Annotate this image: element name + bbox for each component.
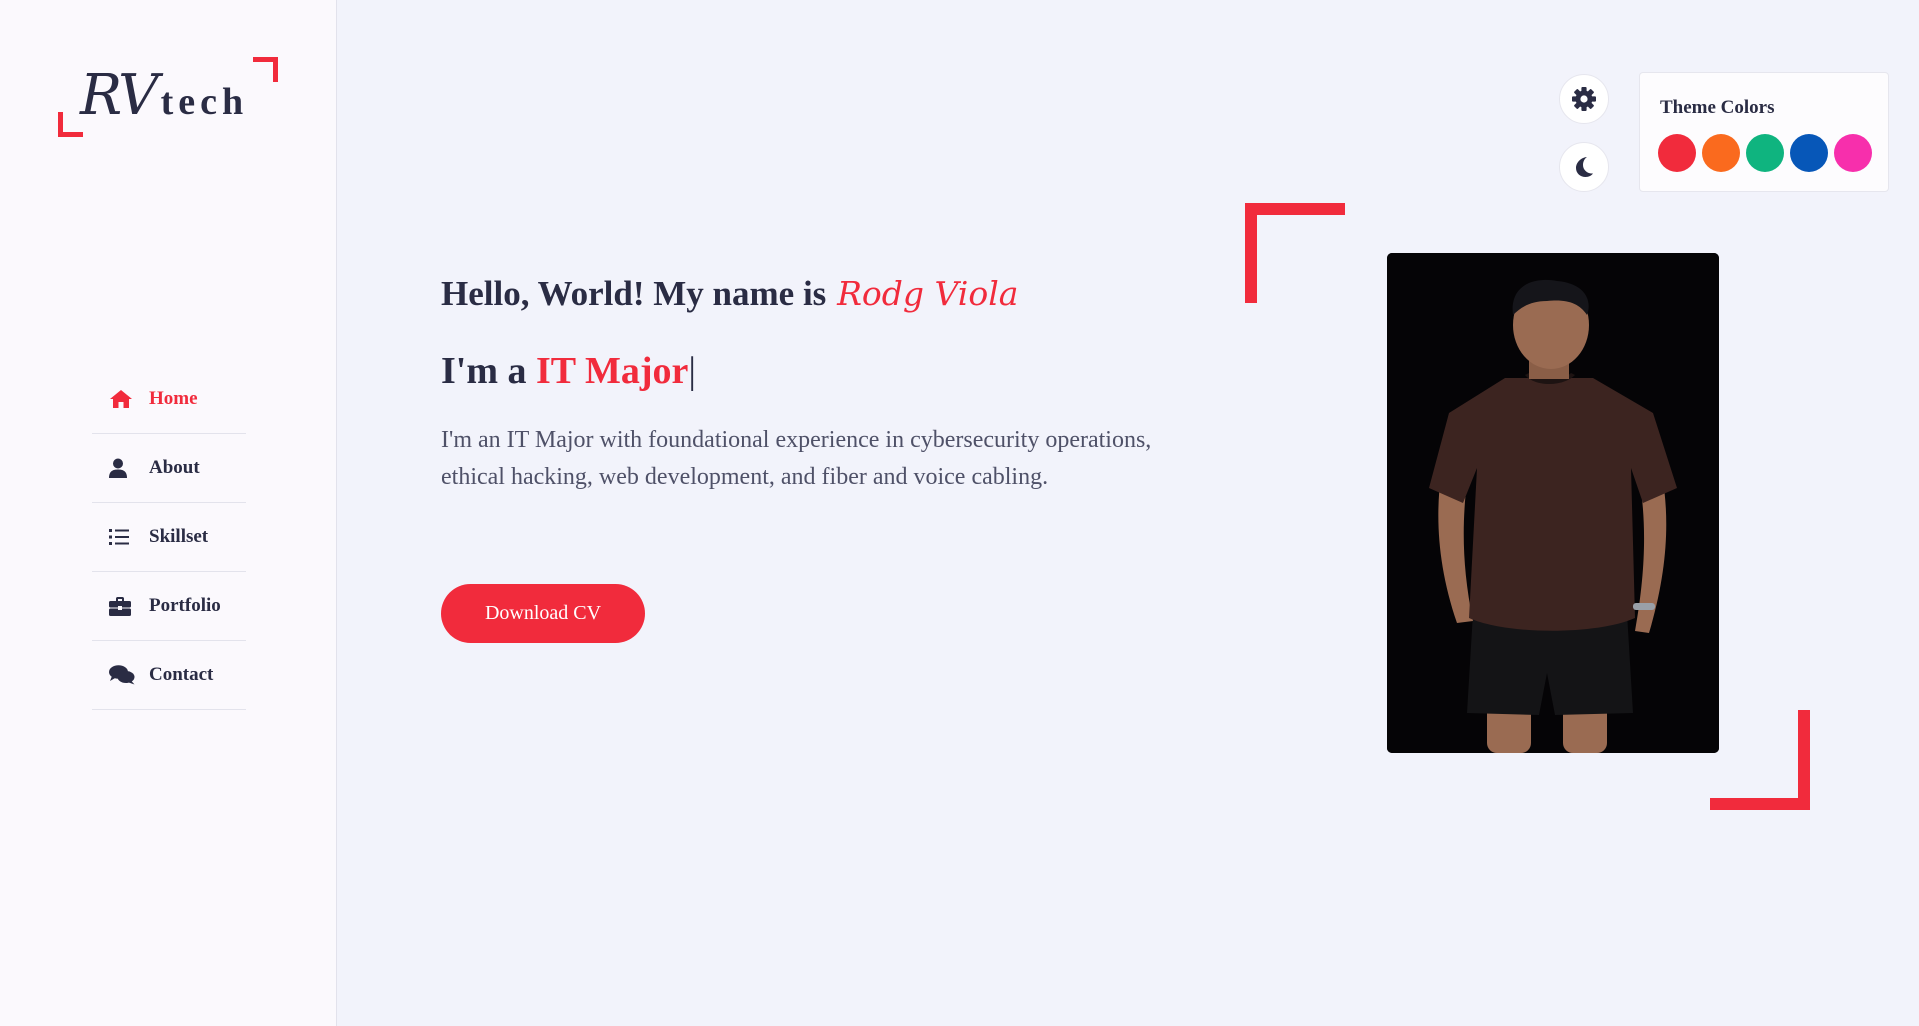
nav-item-portfolio[interactable]: Portfolio bbox=[92, 572, 246, 641]
nav-label-home: Home bbox=[149, 388, 198, 409]
hero-greeting-line: Hello, World! My name is Rodg Viola bbox=[441, 274, 1018, 314]
color-swatch-orange[interactable] bbox=[1702, 134, 1740, 172]
hero-name: Rodg Viola bbox=[837, 274, 1019, 313]
color-swatch-red[interactable] bbox=[1658, 134, 1696, 172]
typing-cursor: | bbox=[688, 350, 696, 392]
gear-icon bbox=[1572, 87, 1596, 111]
nav-item-home[interactable]: Home bbox=[92, 365, 246, 434]
nav-label-skillset: Skillset bbox=[149, 526, 209, 547]
moon-icon bbox=[1576, 157, 1593, 177]
color-swatch-blue[interactable] bbox=[1790, 134, 1828, 172]
sidebar: RV tech Home About Skillset Portfolio Co… bbox=[0, 0, 337, 1026]
color-swatch-green[interactable] bbox=[1746, 134, 1784, 172]
main-nav: Home About Skillset Portfolio Contact bbox=[92, 365, 246, 710]
hero-intro: I'm an IT Major with foundational experi… bbox=[441, 427, 1152, 490]
logo-text-main: RV bbox=[80, 63, 159, 128]
theme-colors-panel: Theme Colors bbox=[1639, 72, 1889, 192]
theme-toggle-button[interactable] bbox=[1559, 142, 1609, 192]
nav-label-portfolio: Portfolio bbox=[149, 595, 221, 616]
logo-text: RV tech bbox=[80, 63, 248, 128]
hero-role: IT Major bbox=[536, 350, 689, 392]
site-logo[interactable]: RV tech bbox=[58, 57, 278, 137]
list-icon bbox=[109, 526, 135, 548]
theme-colors-title: Theme Colors bbox=[1660, 97, 1775, 118]
nav-item-skillset[interactable]: Skillset bbox=[92, 503, 246, 572]
download-cv-button[interactable]: Download CV bbox=[441, 584, 645, 643]
profile-photo bbox=[1387, 253, 1719, 753]
home-icon bbox=[109, 388, 135, 410]
settings-gear-button[interactable] bbox=[1559, 74, 1609, 124]
logo-text-sub: tech bbox=[160, 81, 249, 123]
nav-item-contact[interactable]: Contact bbox=[92, 641, 246, 710]
theme-swatches bbox=[1658, 134, 1872, 172]
user-icon bbox=[109, 457, 135, 479]
nav-label-about: About bbox=[149, 457, 200, 478]
comments-icon bbox=[109, 664, 135, 686]
nav-item-about[interactable]: About bbox=[92, 434, 246, 503]
briefcase-icon bbox=[109, 595, 135, 617]
profile-photo-illustration bbox=[1387, 253, 1719, 753]
color-swatch-pink[interactable] bbox=[1834, 134, 1872, 172]
photo-frame-corner-top-left bbox=[1245, 203, 1345, 303]
hero-role-prefix: I'm a bbox=[441, 350, 527, 392]
hero-greeting: Hello, World! My name is bbox=[441, 274, 827, 313]
hero-role-line: I'm a IT Major| bbox=[441, 349, 696, 393]
photo-frame-corner-bottom-right bbox=[1710, 710, 1810, 810]
nav-label-contact: Contact bbox=[149, 664, 214, 685]
logo-corner-top-right bbox=[253, 57, 278, 82]
